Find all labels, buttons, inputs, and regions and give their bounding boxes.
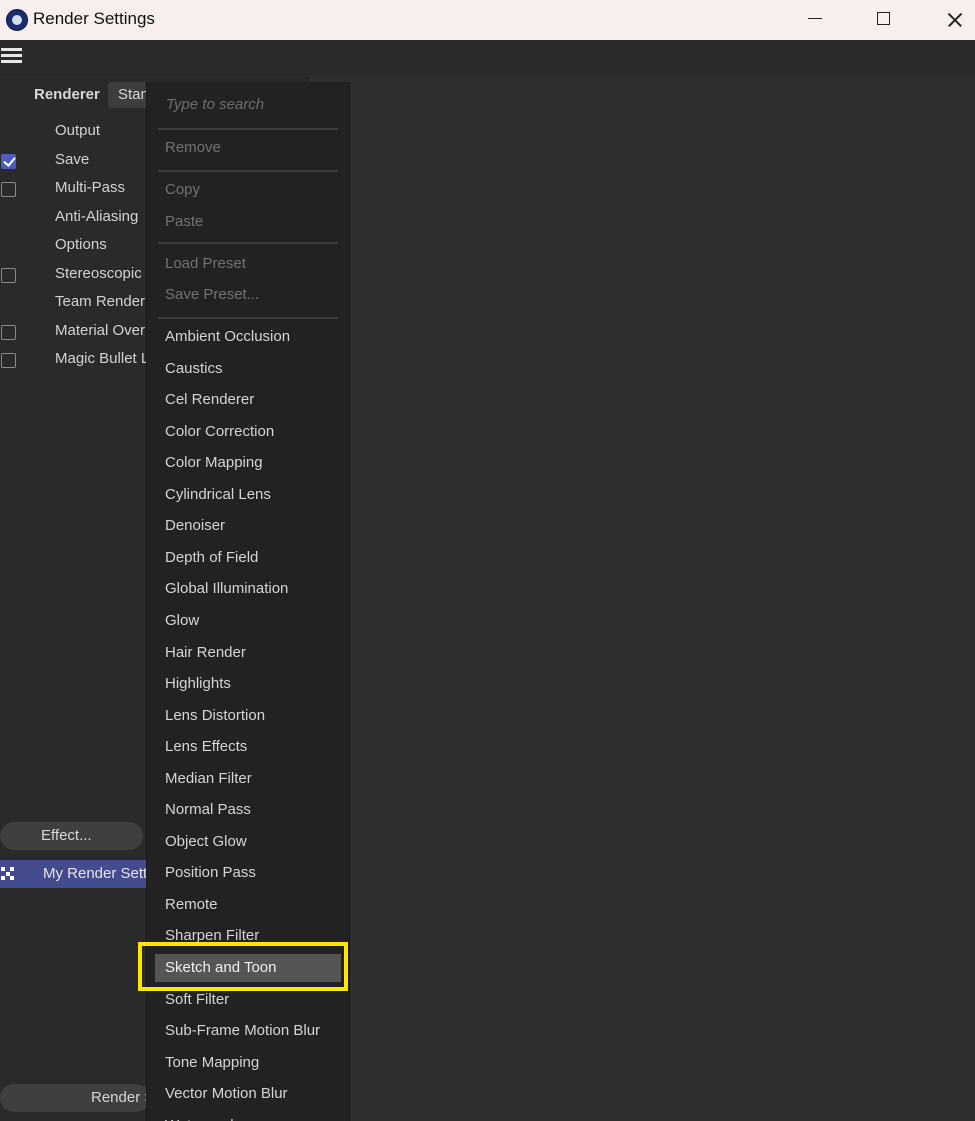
menu-item-denoiser[interactable]: Denoiser bbox=[165, 517, 225, 534]
render-setting-row[interactable]: My Render Setting bbox=[0, 860, 167, 888]
renderer-label: Renderer bbox=[34, 86, 100, 103]
render-setting-button[interactable]: Render Setting... bbox=[0, 1084, 150, 1112]
menu-item-soft-filter[interactable]: Soft Filter bbox=[165, 991, 229, 1008]
menu-item-cel-renderer[interactable]: Cel Renderer bbox=[165, 391, 254, 408]
menu-item-position-pass[interactable]: Position Pass bbox=[165, 864, 256, 881]
menu-separator bbox=[158, 317, 338, 319]
menu-item-normal-pass[interactable]: Normal Pass bbox=[165, 801, 251, 818]
menu-item-remote[interactable]: Remote bbox=[165, 896, 218, 913]
cinema4d-app-icon bbox=[6, 9, 28, 31]
menu-item-depth-of-field[interactable]: Depth of Field bbox=[165, 549, 258, 566]
menu-item-vector-motion-blur[interactable]: Vector Motion Blur bbox=[165, 1085, 288, 1102]
menu-item-ambient-occlusion[interactable]: Ambient Occlusion bbox=[165, 328, 290, 345]
menu-item-color-mapping[interactable]: Color Mapping bbox=[165, 454, 263, 471]
menu-separator bbox=[158, 170, 338, 172]
settings-item-checkbox[interactable] bbox=[1, 182, 16, 197]
menu-item-remove: Remove bbox=[165, 139, 221, 156]
menu-item-cylindrical-lens[interactable]: Cylindrical Lens bbox=[165, 486, 271, 503]
settings-item-checkbox[interactable] bbox=[1, 353, 16, 368]
menu-item-hair-render[interactable]: Hair Render bbox=[165, 644, 246, 661]
settings-item-save[interactable]: Save bbox=[55, 151, 89, 168]
settings-item-output[interactable]: Output bbox=[55, 122, 100, 139]
settings-item-options[interactable]: Options bbox=[55, 236, 107, 253]
menu-item-object-glow[interactable]: Object Glow bbox=[165, 833, 247, 850]
menu-search-input[interactable]: Type to search bbox=[166, 96, 264, 113]
menu-separator bbox=[158, 128, 338, 130]
menu-item-median-filter[interactable]: Median Filter bbox=[165, 770, 252, 787]
menu-item-glow[interactable]: Glow bbox=[165, 612, 199, 629]
settings-item-stereoscopic[interactable]: Stereoscopic bbox=[55, 265, 142, 282]
minimize-button[interactable] bbox=[792, 0, 838, 40]
menu-item-highlights[interactable]: Highlights bbox=[165, 675, 231, 692]
menu-item-color-correction[interactable]: Color Correction bbox=[165, 423, 274, 440]
menu-item-caustics[interactable]: Caustics bbox=[165, 360, 223, 377]
window-title: Render Settings bbox=[33, 9, 155, 28]
highlight-annotation-box bbox=[138, 942, 348, 991]
menu-item-paste: Paste bbox=[165, 213, 204, 230]
menu-item-load-preset: Load Preset bbox=[165, 255, 246, 272]
menu-item-copy: Copy bbox=[165, 181, 201, 198]
toolbar-strip bbox=[0, 40, 975, 75]
effect-button[interactable]: Effect... bbox=[0, 822, 143, 850]
menu-item-watermark[interactable]: Watermark bbox=[165, 1117, 238, 1121]
maximize-button[interactable] bbox=[860, 0, 906, 40]
render-setting-icon bbox=[1, 867, 14, 880]
settings-item-checkbox[interactable] bbox=[1, 154, 16, 169]
settings-item-anti-aliasing[interactable]: Anti-Aliasing bbox=[55, 208, 138, 225]
hamburger-menu-icon[interactable] bbox=[0, 48, 24, 66]
menu-item-sub-frame-motion-blur[interactable]: Sub-Frame Motion Blur bbox=[165, 1022, 320, 1039]
menu-item-lens-distortion[interactable]: Lens Distortion bbox=[165, 707, 265, 724]
settings-item-team-render[interactable]: Team Render bbox=[55, 293, 145, 310]
settings-item-checkbox[interactable] bbox=[1, 325, 16, 340]
menu-separator bbox=[158, 242, 338, 244]
close-button[interactable] bbox=[930, 0, 975, 40]
menu-item-global-illumination[interactable]: Global Illumination bbox=[165, 580, 288, 597]
settings-item-checkbox[interactable] bbox=[1, 268, 16, 283]
menu-item-save-preset: Save Preset... bbox=[165, 286, 260, 303]
settings-content-area bbox=[309, 75, 975, 1121]
menu-item-tone-mapping[interactable]: Tone Mapping bbox=[165, 1054, 259, 1071]
title-bar: Render Settings bbox=[0, 0, 975, 40]
menu-item-lens-effects[interactable]: Lens Effects bbox=[165, 738, 247, 755]
settings-item-multi-pass[interactable]: Multi-Pass bbox=[55, 179, 125, 196]
